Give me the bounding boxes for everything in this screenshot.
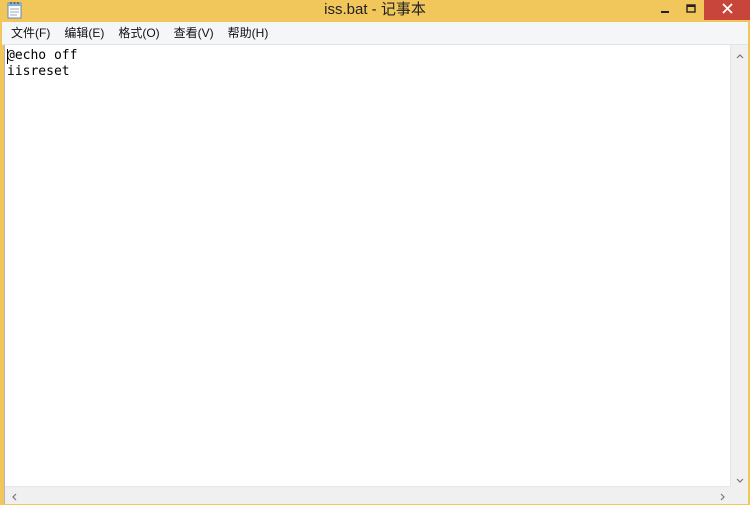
menu-bar: 文件(F) 编辑(E) 格式(O) 查看(V) 帮助(H) [2,22,748,45]
scrollbar-corner [731,487,748,504]
chevron-down-icon [736,469,744,488]
title-bar[interactable]: iss.bat - 记事本 [0,0,750,22]
menu-file[interactable]: 文件(F) [2,22,57,44]
menu-view[interactable]: 查看(V) [167,22,221,44]
menu-edit[interactable]: 编辑(E) [57,22,111,44]
scroll-right-button[interactable] [714,487,731,504]
vertical-scrollbar[interactable] [730,45,748,487]
text-editor-area[interactable]: @echo off iisreset [4,45,748,504]
menu-help[interactable]: 帮助(H) [221,22,276,44]
close-icon [721,3,733,17]
notepad-icon[interactable] [7,1,22,19]
chevron-up-icon [736,44,744,63]
window-title: iss.bat - 记事本 [324,1,426,18]
window-controls [652,0,750,20]
chevron-left-icon [11,486,17,505]
maximize-button[interactable] [678,0,704,20]
text-content[interactable]: @echo off iisreset [7,48,727,488]
notepad-window: iss.bat - 记事本 文件(F) 编辑(E) 格式(O) 查看(V) 帮助… [0,0,750,504]
minimize-button[interactable] [652,0,678,20]
menu-format[interactable]: 格式(O) [111,22,166,44]
scroll-down-button[interactable] [731,470,748,487]
close-button[interactable] [704,0,750,20]
text-line: iisreset [7,64,70,79]
scroll-left-button[interactable] [5,487,22,504]
maximize-icon [686,3,696,17]
text-caret [7,49,8,64]
chevron-right-icon [720,486,726,505]
horizontal-scrollbar[interactable] [5,486,731,504]
text-line: @echo off [7,48,78,63]
scroll-up-button[interactable] [731,45,748,62]
minimize-icon [660,3,670,17]
